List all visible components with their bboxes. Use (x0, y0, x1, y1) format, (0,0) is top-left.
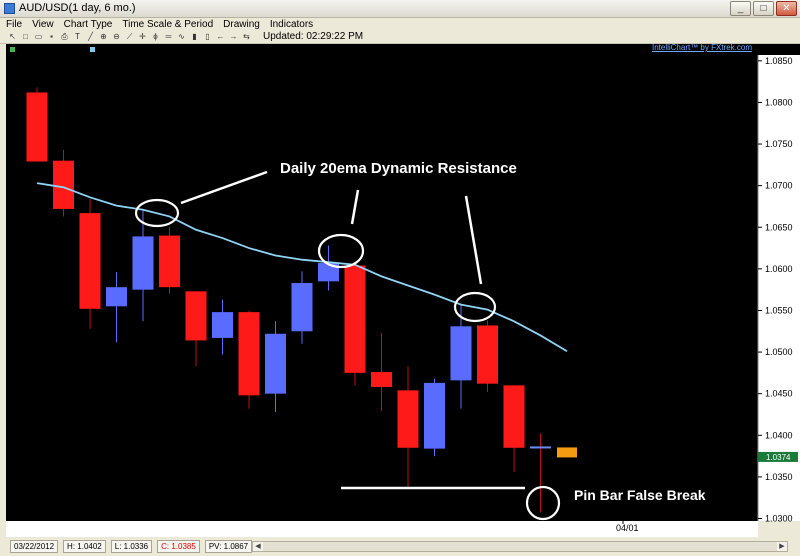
y-tick-label: 1.0450 (765, 389, 793, 399)
candle-body[interactable] (424, 382, 445, 449)
y-tick-label: 1.0850 (765, 56, 793, 66)
candle-body[interactable] (132, 236, 154, 290)
candle-body[interactable] (26, 92, 48, 162)
y-tick-label: 1.0800 (765, 97, 793, 107)
candle-body[interactable] (185, 291, 207, 341)
candle-body[interactable] (238, 312, 260, 396)
current-price-label: 1.0374 (766, 453, 791, 462)
y-tick-label: 1.0350 (765, 472, 793, 482)
candle-body[interactable] (397, 390, 419, 448)
candle-body[interactable] (450, 326, 472, 381)
annotation-pinbar-label: Pin Bar False Break (574, 487, 706, 503)
y-tick-label: 1.0500 (765, 347, 793, 357)
candle-body[interactable] (53, 160, 74, 209)
time-scrollbar[interactable]: ◀ ▶ (252, 541, 788, 552)
status-date: 03/22/2012 (10, 540, 59, 553)
y-tick-label: 1.0600 (765, 264, 793, 274)
candle-body[interactable] (371, 372, 392, 388)
candle-body-forming[interactable] (557, 447, 577, 458)
status-high: H: 1.0402 (63, 540, 106, 553)
annotation-resistance-label: Daily 20ema Dynamic Resistance (280, 160, 517, 177)
candle-body[interactable] (291, 283, 313, 332)
y-tick-label: 1.0700 (765, 181, 793, 191)
candle-body[interactable] (530, 446, 551, 449)
candle-body[interactable] (477, 325, 498, 384)
candle-body[interactable] (265, 333, 286, 394)
candle-body[interactable] (212, 312, 233, 338)
x-tick-label: 04/01 (616, 523, 639, 533)
y-tick-label: 1.0550 (765, 305, 793, 315)
y-tick-label: 1.0300 (765, 514, 793, 524)
candle-body[interactable] (503, 385, 525, 448)
price-chart[interactable]: 1.0850 1.0800 1.0750 1.0700 1.0650 1.0600 1.05… (0, 0, 800, 556)
y-tick-label: 1.0750 (765, 139, 793, 149)
candle-body[interactable] (79, 213, 101, 309)
time-axis (6, 521, 758, 537)
status-close: C: 1.0385 (157, 540, 200, 553)
y-tick-label: 1.0400 (765, 430, 793, 440)
status-low: L: 1.0336 (110, 540, 153, 553)
scroll-left-icon[interactable]: ◀ (253, 542, 263, 551)
price-axis (758, 55, 800, 521)
scroll-right-icon[interactable]: ▶ (777, 542, 787, 551)
candle-body[interactable] (106, 287, 127, 307)
candle-body[interactable] (344, 265, 366, 373)
status-pv: PV: 1.0867 (204, 540, 253, 553)
y-tick-label: 1.0650 (765, 222, 793, 232)
candle-body[interactable] (159, 235, 180, 288)
left-margin (0, 55, 6, 537)
